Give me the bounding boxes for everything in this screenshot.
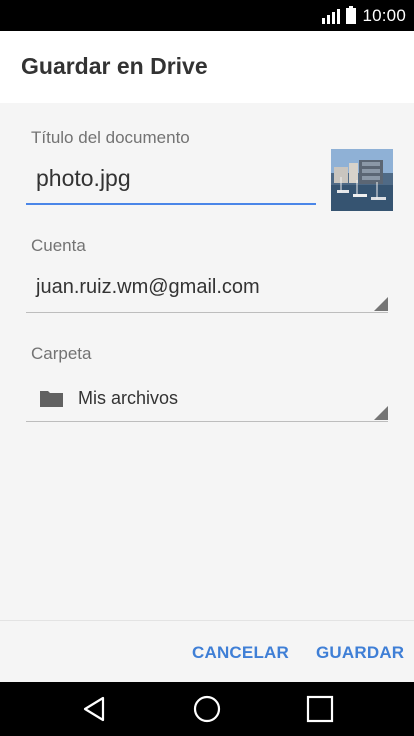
- save-button[interactable]: GUARDAR: [316, 643, 404, 663]
- home-icon[interactable]: [193, 695, 221, 723]
- folder-label: Carpeta: [31, 344, 92, 363]
- status-time: 10:00: [362, 6, 406, 25]
- folder-select[interactable]: Mis archivos: [26, 373, 388, 422]
- title-input[interactable]: photo.jpg: [26, 155, 316, 205]
- recent-apps-icon[interactable]: [306, 695, 334, 723]
- folder-icon: [40, 391, 63, 407]
- signal-icon: [322, 8, 341, 24]
- account-select[interactable]: juan.ruiz.wm@gmail.com: [26, 264, 388, 313]
- dropdown-triangle-icon: [374, 297, 388, 311]
- battery-icon: [346, 6, 357, 24]
- cancel-button[interactable]: CANCELAR: [192, 643, 289, 663]
- page-title: Guardar en Drive: [21, 53, 208, 79]
- save-form: Título del documento photo.jpg Cuenta ju…: [0, 103, 414, 620]
- photo-thumbnail: [331, 149, 393, 211]
- back-icon[interactable]: [81, 695, 109, 723]
- status-indicators: 10:00: [322, 6, 406, 26]
- folder-value: Mis archivos: [78, 388, 179, 408]
- title-label: Título del documento: [31, 128, 190, 147]
- dropdown-triangle-icon: [374, 406, 388, 420]
- account-label: Cuenta: [31, 236, 86, 255]
- status-bar: 10:00: [0, 0, 414, 31]
- account-value: juan.ruiz.wm@gmail.com: [36, 276, 260, 298]
- navigation-bar: [0, 682, 414, 736]
- app-header: Guardar en Drive: [0, 31, 414, 103]
- dialog-actions: CANCELAR GUARDAR: [0, 620, 414, 683]
- title-value: photo.jpg: [36, 165, 131, 191]
